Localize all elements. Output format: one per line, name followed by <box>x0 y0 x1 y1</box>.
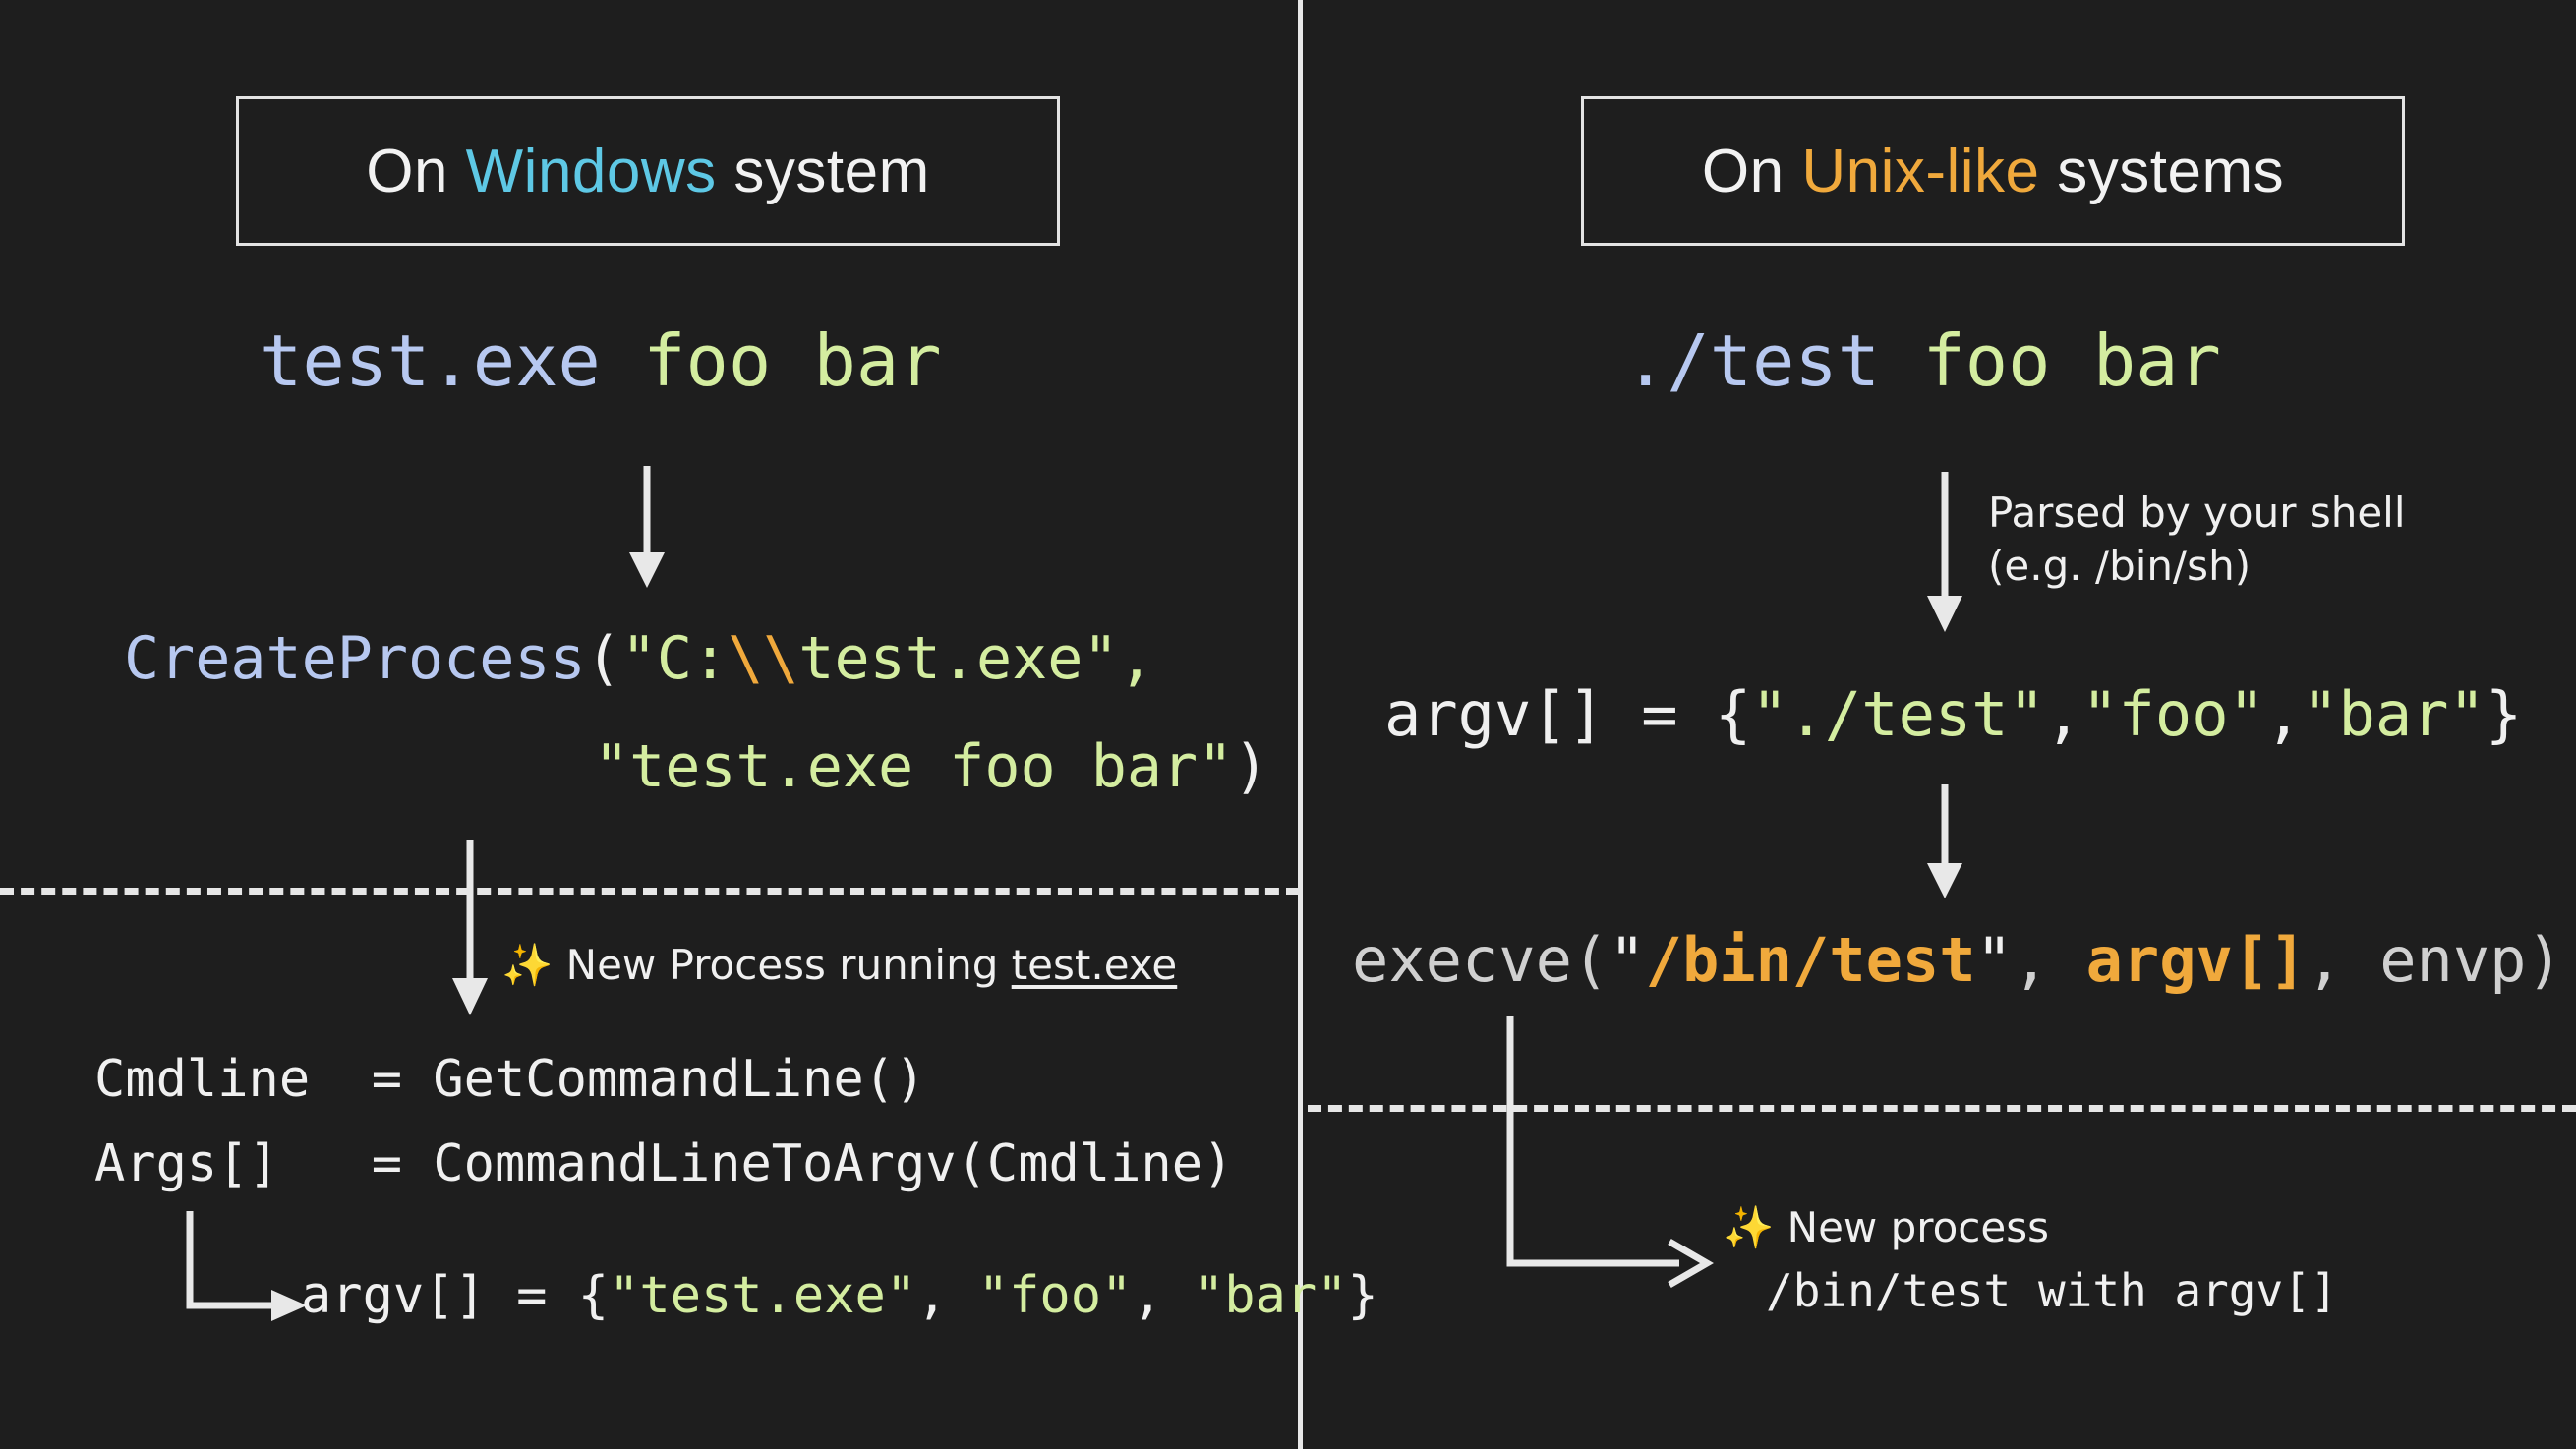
header-prefix: On <box>366 137 466 205</box>
arrow-down-icon <box>1927 784 1962 898</box>
api-cmdline-rhs: GetCommandLine() <box>433 1050 926 1109</box>
createprocess-cmdline-quote-close: " <box>1198 732 1234 801</box>
execve-fn-name: execve <box>1352 924 1572 996</box>
createprocess-open-paren: ( <box>585 624 621 693</box>
shell-parse-note-line2: (e.g. /bin/sh) <box>1988 541 2252 590</box>
arrow-elbow-right-icon <box>186 1211 307 1321</box>
left-new-process-note: ✨ New Process running test.exe <box>501 939 1177 992</box>
createprocess-path-separator: \\ <box>728 624 799 693</box>
left-new-process-text: New Process running <box>553 941 1012 989</box>
left-new-process-emphasis: test.exe <box>1011 941 1178 989</box>
execve-comma-2: , <box>2306 924 2380 996</box>
right-argv-prefix: argv[] = { <box>1384 678 1752 750</box>
api-cmdline-lhs: Cmdline <box>94 1050 341 1109</box>
left-command-args: foo bar <box>600 319 942 402</box>
execve-quote-open: " <box>1609 924 1646 996</box>
left-argv-sep-1: , <box>1132 1266 1194 1325</box>
execve-comma-1: , <box>2012 924 2086 996</box>
left-argv-prefix: argv[] = { <box>301 1266 610 1325</box>
left-argv-suffix: } <box>1347 1266 1378 1325</box>
api-args-eq: = <box>340 1134 434 1193</box>
createprocess-call-line1: CreateProcess("C:\\test.exe", <box>124 624 1154 693</box>
sparkles-icon: ✨ <box>501 941 554 989</box>
left-process-boundary-divider <box>0 888 1300 895</box>
right-argv-item-0: "./test" <box>1751 678 2045 750</box>
header-suffix: systems <box>2039 137 2285 205</box>
left-api-call-cmdline: Cmdline = GetCommandLine() <box>94 1050 925 1109</box>
createprocess-cmdline-string: test.exe foo bar <box>629 732 1199 801</box>
createprocess-close-paren: ) <box>1233 732 1269 801</box>
right-argv-item-1: "foo" <box>2081 678 2265 750</box>
left-panel-header-text: On Windows system <box>366 137 930 206</box>
execve-quote-close: " <box>1975 924 2013 996</box>
left-argv-sep-0: , <box>916 1266 978 1325</box>
sparkles-icon: ✨ <box>1723 1203 1775 1251</box>
createprocess-quote-open: " <box>620 624 657 693</box>
right-argv-sep-1: , <box>2264 678 2303 750</box>
createprocess-cmdline-quote-open: " <box>594 732 630 801</box>
right-argv-sep-0: , <box>2044 678 2082 750</box>
execve-path: /bin/test <box>1645 924 1976 996</box>
right-panel-header-box: On Unix-like systems <box>1581 96 2405 246</box>
right-argv-item-2: "bar" <box>2302 678 2486 750</box>
right-command-line: ./test foo bar <box>1624 319 2221 402</box>
left-argv-item-2: "bar" <box>1193 1266 1348 1325</box>
left-argv-item-0: "test.exe" <box>609 1266 917 1325</box>
arrow-down-icon <box>629 466 665 588</box>
createprocess-comma: , <box>1118 624 1154 693</box>
left-panel-header-box: On Windows system <box>236 96 1060 246</box>
header-highlight-windows: Windows <box>465 137 717 205</box>
left-command-program: test.exe <box>260 319 601 402</box>
arrow-elbow-right-icon <box>1506 1016 1714 1289</box>
execve-call-line: execve("/bin/test", argv[], envp) <box>1352 924 2563 996</box>
shell-parse-note: Parsed by your shell (e.g. /bin/sh) <box>1988 487 2406 593</box>
arrow-down-icon <box>1927 472 1962 632</box>
createprocess-quote-close: " <box>1083 624 1119 693</box>
createprocess-path-name: test.exe <box>798 624 1083 693</box>
execve-close-paren: ) <box>2526 924 2563 996</box>
right-command-args: foo bar <box>1880 319 2221 402</box>
panel-divider <box>1298 0 1303 1449</box>
execve-argv-param: argv[] <box>2085 924 2307 996</box>
arrow-down-icon <box>452 840 488 1015</box>
execve-open-paren: ( <box>1571 924 1610 996</box>
createprocess-path-prefix: C: <box>656 624 729 693</box>
execve-envp-param: envp <box>2379 924 2527 996</box>
createprocess-call-line2: "test.exe foo bar") <box>594 732 1268 801</box>
right-argv-line: argv[] = {"./test","foo","bar"} <box>1384 678 2522 750</box>
left-argv-item-1: "foo" <box>977 1266 1133 1325</box>
diagram-canvas: On Windows system test.exe foo bar Creat… <box>0 0 2576 1449</box>
left-result-argv: argv[] = {"test.exe", "foo", "bar"} <box>301 1266 1378 1325</box>
createprocess-fn-name: CreateProcess <box>124 624 586 693</box>
right-new-process-note: ✨ New process <box>1723 1201 2049 1254</box>
right-new-process-line2: /bin/test with argv[] <box>1766 1264 2338 1317</box>
api-args-rhs: CommandLineToArgv(Cmdline) <box>433 1134 1234 1193</box>
header-suffix: system <box>716 137 930 205</box>
header-prefix: On <box>1701 137 1802 205</box>
api-cmdline-eq: = <box>340 1050 434 1109</box>
right-panel-header-text: On Unix-like systems <box>1702 137 2284 206</box>
right-command-program: ./test <box>1624 319 1881 402</box>
right-new-process-line1: New process <box>1774 1203 2050 1251</box>
right-argv-suffix: } <box>2485 678 2523 750</box>
header-highlight-unix: Unix-like <box>1801 137 2040 205</box>
left-command-line: test.exe foo bar <box>260 319 942 402</box>
shell-parse-note-line1: Parsed by your shell <box>1988 489 2406 537</box>
api-args-lhs: Args[] <box>94 1134 341 1193</box>
left-api-call-args: Args[] = CommandLineToArgv(Cmdline) <box>94 1134 1233 1193</box>
